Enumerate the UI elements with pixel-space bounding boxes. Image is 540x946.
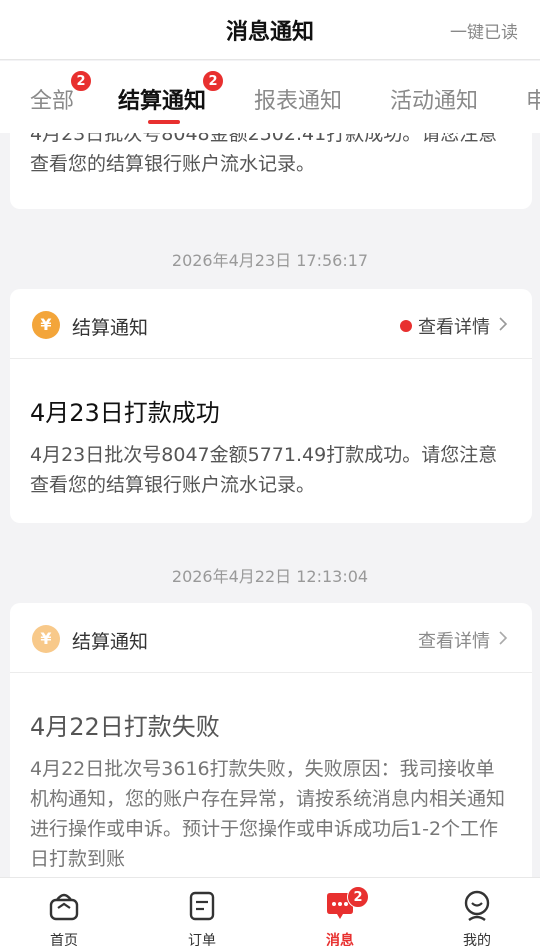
message-title: 4月23日打款成功 xyxy=(30,399,220,427)
tab-label: 全部 xyxy=(30,89,75,114)
message-list[interactable]: 4月23日批次号8048金额2502.41打款成功。请您注意查看您的结算银行账户… xyxy=(0,133,540,877)
unread-dot xyxy=(400,320,412,332)
nav-orders[interactable]: 订单 xyxy=(152,878,252,946)
timestamp: 2026年4月22日 12:13:04 xyxy=(171,567,369,586)
timestamp: 2026年4月23日 17:56:17 xyxy=(171,251,369,270)
view-details-label: 查看详情 xyxy=(418,631,490,652)
nav-label: 我的 xyxy=(463,933,491,946)
message-card[interactable]: ¥ 结算通知 查看详情 4月22日打款失败 4月22日批次号3616打款失败，失… xyxy=(10,603,532,877)
order-icon xyxy=(189,891,215,921)
nav-label: 消息 xyxy=(326,933,354,946)
header: 消息通知 一键已读 xyxy=(0,0,540,60)
tab-report[interactable]: 报表通知 xyxy=(254,83,342,115)
home-icon xyxy=(49,893,79,921)
nav-home[interactable]: 首页 xyxy=(14,878,114,946)
card-header: ¥ 结算通知 查看详情 xyxy=(10,289,532,359)
view-details-link[interactable]: 查看详情 xyxy=(400,313,508,339)
message-category: 结算通知 xyxy=(72,631,149,653)
unread-badge: 2 xyxy=(202,70,225,92)
message-text: 4月23日批次号8048金额2502.41打款成功。请您注意查看您的结算银行账户… xyxy=(30,133,498,175)
nav-label: 首页 xyxy=(50,933,78,946)
view-details-label: 查看详情 xyxy=(418,317,490,338)
nav-label: 订单 xyxy=(188,933,216,946)
message-text: 4月22日批次号3616打款失败，失败原因：我司接收单机构通知，您的账户存在异常… xyxy=(30,758,506,870)
coin-icon: ¥ xyxy=(32,311,60,339)
message-title: 4月22日打款失败 xyxy=(30,713,220,741)
unread-badge: 2 xyxy=(347,886,369,908)
tab-bar: 全部 2 结算通知 2 报表通知 活动通知 申 xyxy=(0,61,540,133)
bottom-nav: 首页 订单 2 消息 我的 xyxy=(0,877,540,946)
profile-icon xyxy=(464,890,490,921)
nav-messages[interactable]: 2 消息 xyxy=(290,878,390,946)
chevron-right-icon xyxy=(498,630,508,651)
tab-settlement[interactable]: 结算通知 2 xyxy=(118,70,225,115)
chevron-right-icon xyxy=(498,316,508,337)
tab-more[interactable]: 申 xyxy=(526,83,540,115)
card-header: ¥ 结算通知 查看详情 xyxy=(10,603,532,673)
coin-icon: ¥ xyxy=(32,625,60,653)
message-card[interactable]: ¥ 结算通知 查看详情 4月23日打款成功 4月23日批次号8047金额5771… xyxy=(10,289,532,523)
tab-label: 报表通知 xyxy=(254,89,343,114)
mark-all-read-button[interactable]: 一键已读 xyxy=(450,18,518,43)
tab-label: 结算通知 xyxy=(118,89,207,114)
unread-badge: 2 xyxy=(70,70,93,92)
tab-label: 申 xyxy=(526,89,540,114)
nav-profile[interactable]: 我的 xyxy=(427,878,527,946)
message-card[interactable]: 4月23日批次号8048金额2502.41打款成功。请您注意查看您的结算银行账户… xyxy=(10,133,532,209)
active-tab-indicator xyxy=(148,120,180,124)
tab-label: 活动通知 xyxy=(390,89,479,114)
message-text: 4月23日批次号8047金额5771.49打款成功。请您注意查看您的结算银行账户… xyxy=(30,444,498,496)
message-category: 结算通知 xyxy=(72,317,149,339)
view-details-link[interactable]: 查看详情 xyxy=(418,627,508,653)
tab-activity[interactable]: 活动通知 xyxy=(390,83,478,115)
tab-all[interactable]: 全部 2 xyxy=(30,70,93,115)
